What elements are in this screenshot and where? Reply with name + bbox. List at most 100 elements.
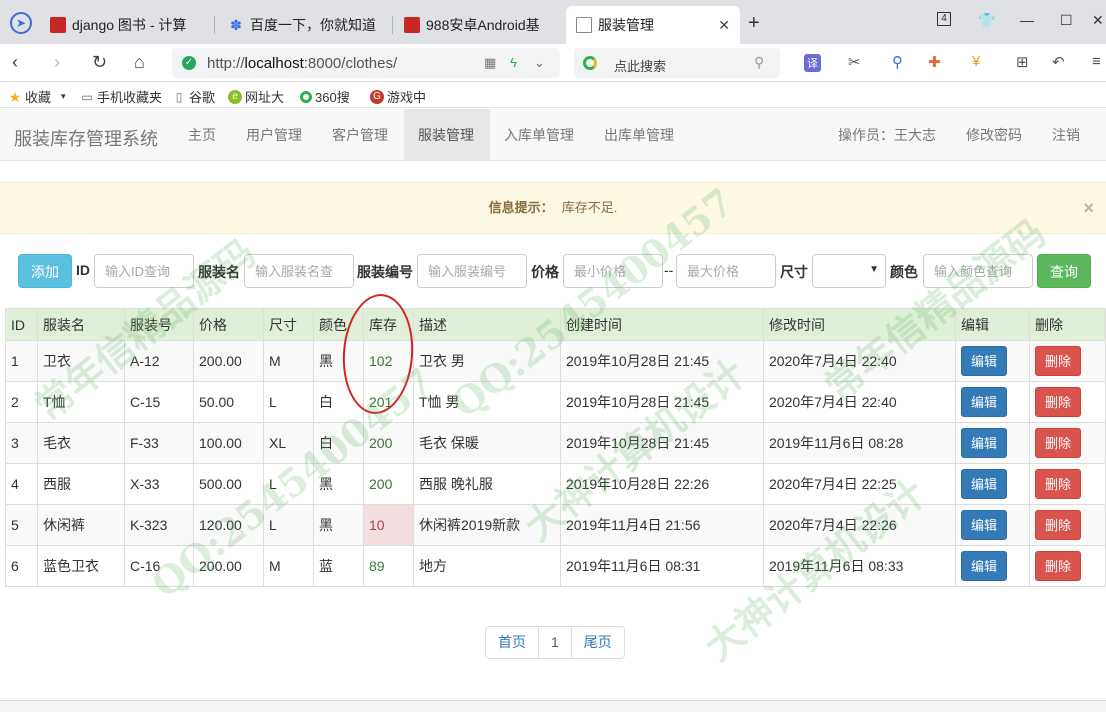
current-page[interactable]: 1 (539, 627, 572, 658)
url-field[interactable]: ✓ http://localhost:8000/clothes/ ▦ ϟ ⌄ (172, 48, 560, 78)
forward-icon[interactable]: › (54, 52, 60, 73)
qr-code-icon[interactable]: ▦ (484, 55, 496, 71)
bookmark-games[interactable]: G 游戏中 (370, 87, 426, 106)
edit-button[interactable]: 编辑 (961, 428, 1007, 458)
bookmark-360[interactable]: 360搜 (300, 87, 350, 106)
minimize-icon[interactable]: — (1020, 12, 1034, 28)
name-search-input[interactable] (244, 254, 354, 288)
color-search-input[interactable] (923, 254, 1033, 288)
nav-outbound[interactable]: 出库单管理 (590, 109, 688, 160)
skin-icon[interactable]: 👕 (978, 12, 995, 29)
grid-icon[interactable]: ⊞ (1016, 53, 1029, 71)
cell-price: 100.00 (193, 422, 264, 464)
table-row: 4 西服 X-33 500.00 L 黑 200 西服 晚礼服 2019年10月28日 22:2… (5, 463, 1106, 505)
edit-button[interactable]: 编辑 (961, 469, 1007, 499)
cell-price: 120.00 (193, 504, 264, 546)
browser-tab-2[interactable]: ✽ 百度一下，你就知道 (218, 6, 388, 44)
cell-size: M (263, 340, 314, 382)
coin-icon[interactable]: ¥ (972, 53, 980, 70)
menu-icon[interactable]: ≡ (1092, 53, 1101, 70)
close-icon[interactable]: × (1083, 183, 1094, 233)
nav-customers[interactable]: 客户管理 (318, 109, 402, 160)
home-icon[interactable]: ⌂ (134, 52, 145, 73)
back-icon[interactable]: ‹ (12, 52, 18, 73)
shield-icon: ✓ (182, 56, 196, 70)
chevron-down-icon[interactable]: ⌄ (534, 55, 545, 71)
max-price-input[interactable] (676, 254, 776, 288)
undo-icon[interactable]: ↶ (1052, 53, 1065, 71)
size-select[interactable]: ▼ (812, 254, 886, 288)
nav-inbound[interactable]: 入库单管理 (490, 109, 588, 160)
delete-button[interactable]: 删除 (1035, 510, 1081, 540)
cell-created: 2019年10月28日 21:45 (560, 381, 764, 423)
bookmark-google[interactable]: ▯ 谷歌 (172, 87, 215, 106)
first-page-link[interactable]: 首页 (486, 627, 539, 658)
delete-button[interactable]: 删除 (1035, 469, 1081, 499)
address-bar: ‹ › ↻ ⌂ ✓ http://localhost:8000/clothes/… (0, 44, 1106, 82)
color-label: 颜色 (890, 264, 918, 280)
delete-button[interactable]: 删除 (1035, 551, 1081, 581)
bookmark-favorites[interactable]: ★ 收藏 ▾ (8, 87, 66, 106)
min-price-input[interactable] (563, 254, 663, 288)
cell-price: 500.00 (193, 463, 264, 505)
cell-created: 2019年11月4日 21:56 (560, 504, 764, 546)
browser-tab-active[interactable]: 服装管理 ✕ (566, 6, 740, 44)
browser-search-field[interactable]: 点此搜索 ⚲ (574, 48, 780, 78)
search-icon[interactable]: ⚲ (754, 54, 764, 71)
add-button[interactable]: 添加 (18, 254, 72, 288)
gamepad-icon[interactable]: ✚ (928, 53, 941, 71)
nav-home[interactable]: 主页 (174, 109, 230, 160)
logout-link[interactable]: 注销 (1038, 109, 1094, 160)
table-row: 1 卫衣 A-12 200.00 M 黑 102 卫衣 男 2019年10月28日 21:45 2… (5, 340, 1106, 382)
cell-stock: 200 (363, 422, 414, 464)
cell-name: 西服 (37, 463, 125, 505)
change-password-link[interactable]: 修改密码 (952, 109, 1036, 160)
nav-clothes[interactable]: 服装管理 (404, 109, 490, 160)
edit-button[interactable]: 编辑 (961, 510, 1007, 540)
price-range-separator: -- (664, 262, 674, 278)
translate-icon[interactable]: 译 (804, 54, 821, 72)
close-window-icon[interactable]: ✕ (1092, 12, 1104, 29)
query-button[interactable]: 查询 (1037, 254, 1091, 288)
cell-delete: 删除 (1029, 504, 1106, 546)
browser-nav-icon[interactable]: ➤ (10, 12, 32, 34)
table-row: 5 休闲裤 K-323 120.00 L 黑 10 休闲裤2019新款 2019年11月4日 2… (5, 504, 1106, 546)
id-search-input[interactable] (94, 254, 194, 288)
app-brand[interactable]: 服装库存管理系统 (14, 125, 158, 151)
cell-delete: 删除 (1029, 381, 1106, 423)
scissors-icon[interactable]: ✂ (848, 53, 861, 71)
cell-edit: 编辑 (955, 545, 1030, 587)
edit-button[interactable]: 编辑 (961, 346, 1007, 376)
cell-desc: 西服 晚礼服 (413, 463, 561, 505)
edit-button[interactable]: 编辑 (961, 387, 1007, 417)
new-tab-button[interactable]: + (748, 12, 760, 35)
tab-count-badge[interactable]: 4 (937, 12, 951, 26)
reload-icon[interactable]: ↻ (92, 52, 107, 73)
delete-button[interactable]: 删除 (1035, 428, 1081, 458)
last-page-link[interactable]: 尾页 (571, 627, 624, 658)
col-price: 价格 (193, 308, 264, 341)
code-search-input[interactable] (417, 254, 527, 288)
cell-code: K-323 (124, 504, 194, 546)
cell-id: 5 (5, 504, 38, 546)
bookmark-hao[interactable]: e 网址大 (228, 87, 284, 106)
game-icon: G (370, 89, 384, 104)
magnifier-icon[interactable]: ⚲ (892, 53, 903, 71)
nav-users[interactable]: 用户管理 (232, 109, 316, 160)
lightning-icon[interactable]: ϟ (510, 55, 517, 70)
bookmark-mobile[interactable]: ▭ 手机收藏夹 (80, 87, 162, 106)
delete-button[interactable]: 删除 (1035, 346, 1081, 376)
browser-tab-1[interactable]: django 图书 - 计算 (40, 6, 210, 44)
operator-label: 操作员：王大志 (838, 127, 936, 143)
cell-created: 2019年10月28日 21:45 (560, 422, 764, 464)
close-tab-icon[interactable]: ✕ (706, 17, 730, 34)
cell-edit: 编辑 (955, 504, 1030, 546)
browser-tab-3[interactable]: 988安卓Android基 (394, 6, 564, 44)
tab-title: 988安卓Android基 (426, 17, 540, 33)
maximize-icon[interactable]: ☐ (1060, 12, 1073, 29)
delete-button[interactable]: 删除 (1035, 387, 1081, 417)
edit-button[interactable]: 编辑 (961, 551, 1007, 581)
cell-color: 蓝 (313, 545, 364, 587)
alert-warning: 信息提示： 库存不足. × (0, 182, 1106, 234)
cell-code: X-33 (124, 463, 194, 505)
